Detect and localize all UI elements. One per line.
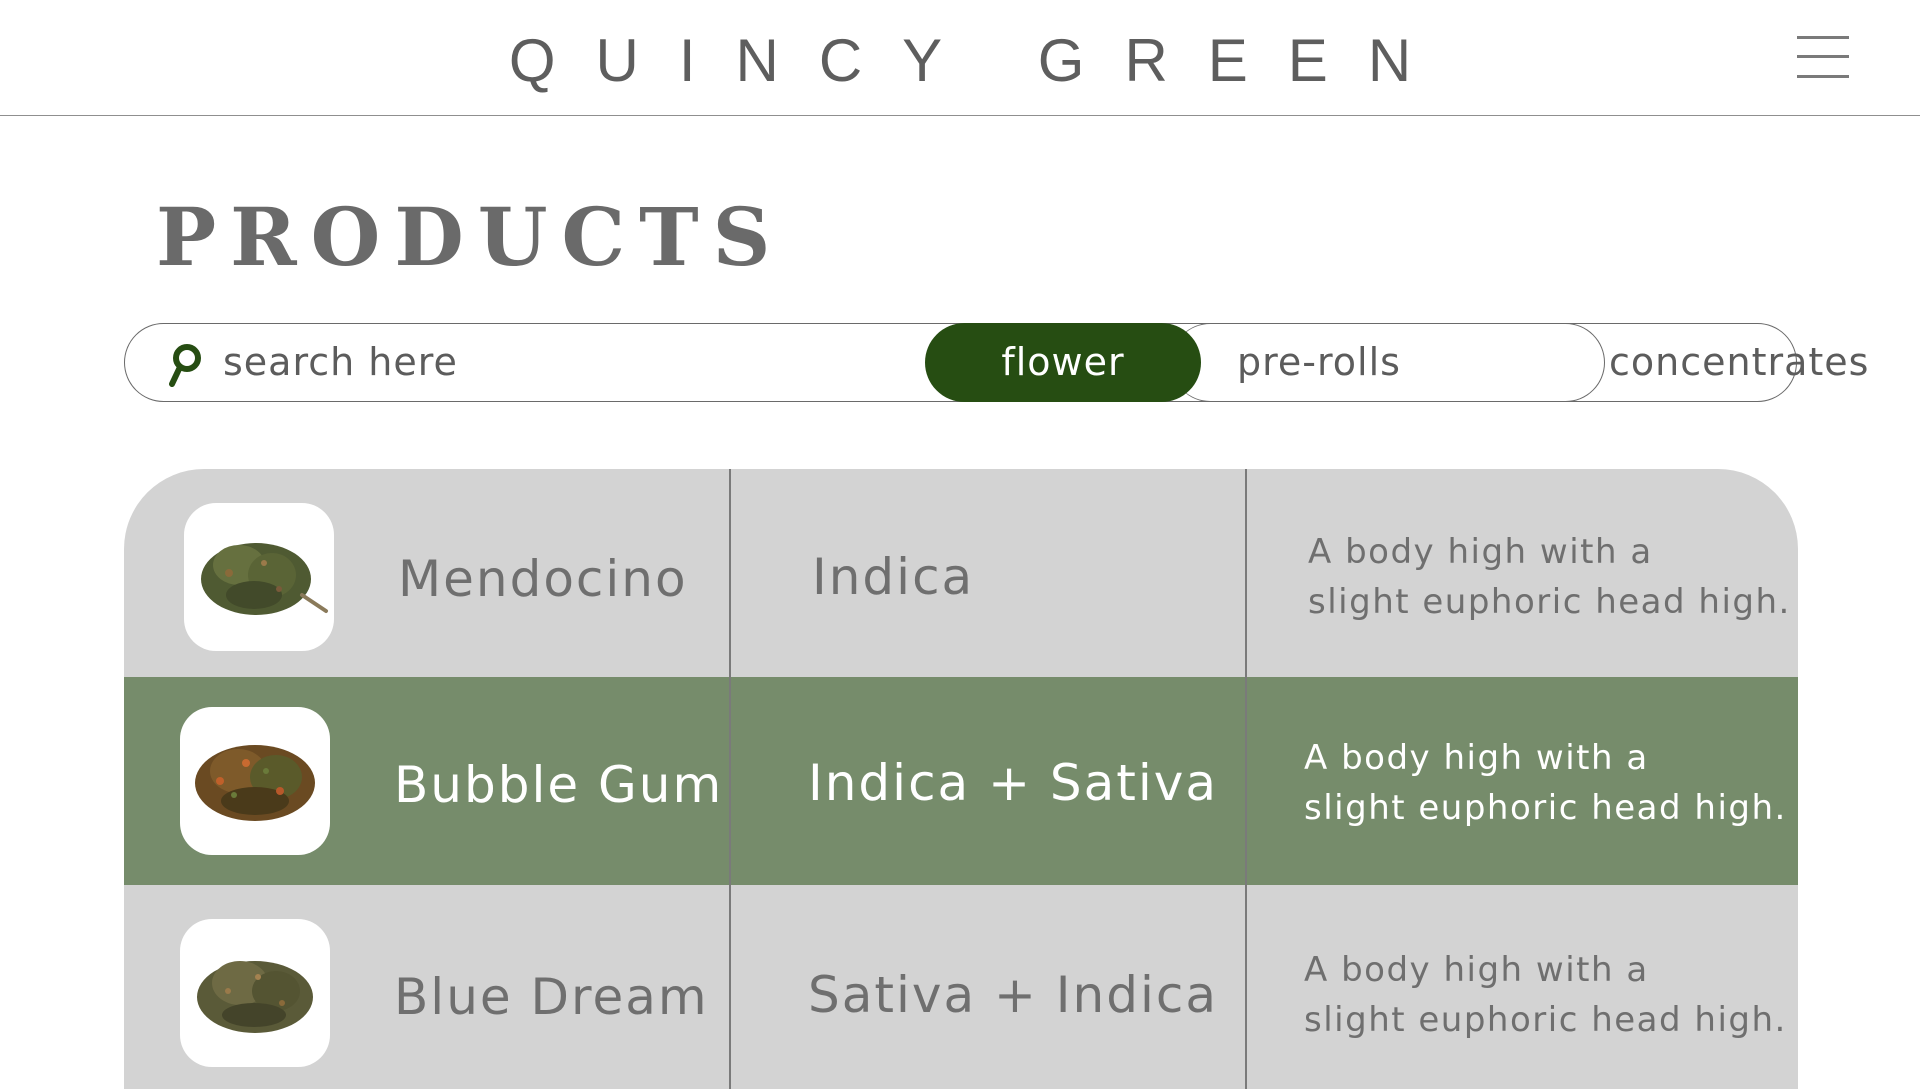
product-image-bubble-gum — [180, 707, 330, 855]
product-name: Mendocino — [398, 550, 688, 608]
table-row[interactable]: Bubble Gum Indica + Sativa A body high w… — [124, 677, 1798, 885]
product-type: Sativa + Indica — [808, 966, 1218, 1024]
table-row[interactable]: Mendocino Indica A body high with a slig… — [124, 469, 1798, 677]
description-line: slight euphoric head high. — [1308, 582, 1791, 622]
product-image-blue-dream — [180, 919, 330, 1067]
description-line: A body high with a — [1304, 950, 1649, 990]
filter-bar: concentrates pre-rolls flower — [124, 322, 1868, 402]
hamburger-menu-icon[interactable] — [1797, 34, 1849, 80]
product-description: A body high with a slight euphoric head … — [1304, 733, 1798, 833]
product-description: A body high with a slight euphoric head … — [1304, 945, 1798, 1045]
search-input[interactable] — [223, 334, 923, 390]
site-header: QUINCY GREEN — [0, 0, 1920, 116]
products-table: Mendocino Indica A body high with a slig… — [124, 469, 1798, 1089]
description-line: slight euphoric head high. — [1304, 1000, 1787, 1040]
description-line: A body high with a — [1308, 532, 1653, 572]
tab-flower[interactable]: flower — [925, 322, 1201, 402]
column-divider — [1245, 469, 1247, 1089]
product-type: Indica + Sativa — [808, 754, 1218, 812]
product-name: Blue Dream — [394, 968, 709, 1026]
product-description: A body high with a slight euphoric head … — [1308, 527, 1798, 627]
product-name: Bubble Gum — [394, 756, 724, 814]
brand-logo[interactable]: QUINCY GREEN — [0, 26, 1920, 96]
column-divider — [729, 469, 731, 1089]
product-image-mendocino — [184, 503, 334, 651]
product-type: Indica — [812, 548, 975, 606]
description-line: slight euphoric head high. — [1304, 788, 1787, 828]
tab-pre-rolls[interactable]: pre-rolls — [1171, 322, 1605, 402]
search-box[interactable] — [125, 324, 965, 400]
table-row[interactable]: Blue Dream Sativa + Indica A body high w… — [124, 885, 1798, 1089]
description-line: A body high with a — [1304, 738, 1649, 778]
search-icon — [169, 344, 201, 387]
page-title: PRODUCTS — [156, 190, 785, 284]
